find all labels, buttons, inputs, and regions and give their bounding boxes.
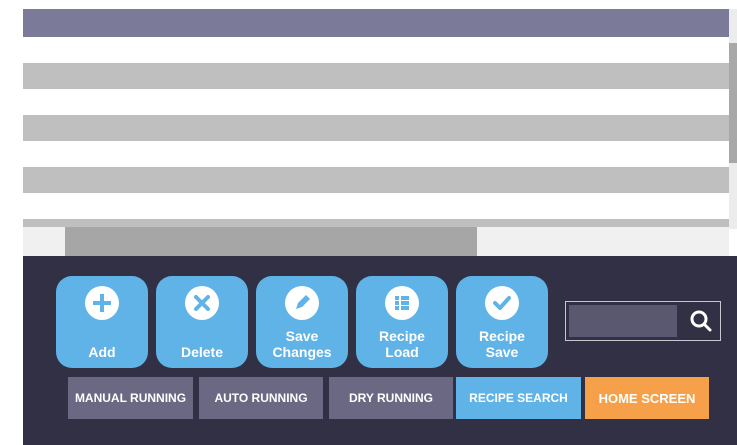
- recipe-load-button[interactable]: Recipe Load: [356, 276, 448, 368]
- check-circle-icon: [485, 286, 519, 320]
- search-box: [565, 301, 721, 341]
- dry-running-button[interactable]: DRY RUNNING: [329, 377, 453, 419]
- vertical-scrollbar-thumb[interactable]: [729, 43, 737, 163]
- search-input[interactable]: [569, 305, 677, 337]
- recipe-save-label: Recipe Save: [479, 328, 525, 360]
- recipe-load-label: Recipe Load: [379, 328, 425, 360]
- save-changes-button[interactable]: Save Changes: [256, 276, 348, 368]
- table-row[interactable]: [23, 193, 729, 219]
- table-row[interactable]: [23, 219, 729, 227]
- table-header: [23, 9, 729, 37]
- manual-running-button[interactable]: MANUAL RUNNING: [68, 377, 193, 419]
- table-row[interactable]: [23, 115, 729, 141]
- recipe-save-button[interactable]: Recipe Save: [456, 276, 548, 368]
- add-button[interactable]: Add: [56, 276, 148, 368]
- add-label: Add: [88, 344, 116, 360]
- control-panel: Add Delete Save Changes Recipe Load Reci…: [23, 256, 737, 445]
- x-circle-icon: [185, 286, 219, 320]
- table-row[interactable]: [23, 141, 729, 167]
- save-changes-label: Save Changes: [272, 328, 332, 360]
- pencil-circle-icon: [285, 286, 319, 320]
- auto-running-button[interactable]: AUTO RUNNING: [199, 377, 323, 419]
- table-row[interactable]: [23, 89, 729, 115]
- table-row[interactable]: [23, 37, 729, 63]
- table-row[interactable]: [23, 63, 729, 89]
- recipe-search-button[interactable]: RECIPE SEARCH: [456, 377, 581, 419]
- delete-label: Delete: [180, 344, 224, 360]
- table-row[interactable]: [23, 167, 729, 193]
- plus-circle-icon: [85, 286, 119, 320]
- list-circle-icon: [385, 286, 419, 320]
- recipe-table: [23, 9, 737, 256]
- search-icon[interactable]: [688, 308, 714, 334]
- horizontal-scrollbar-thumb[interactable]: [65, 227, 477, 256]
- home-screen-button[interactable]: HOME SCREEN: [585, 377, 709, 419]
- delete-button[interactable]: Delete: [156, 276, 248, 368]
